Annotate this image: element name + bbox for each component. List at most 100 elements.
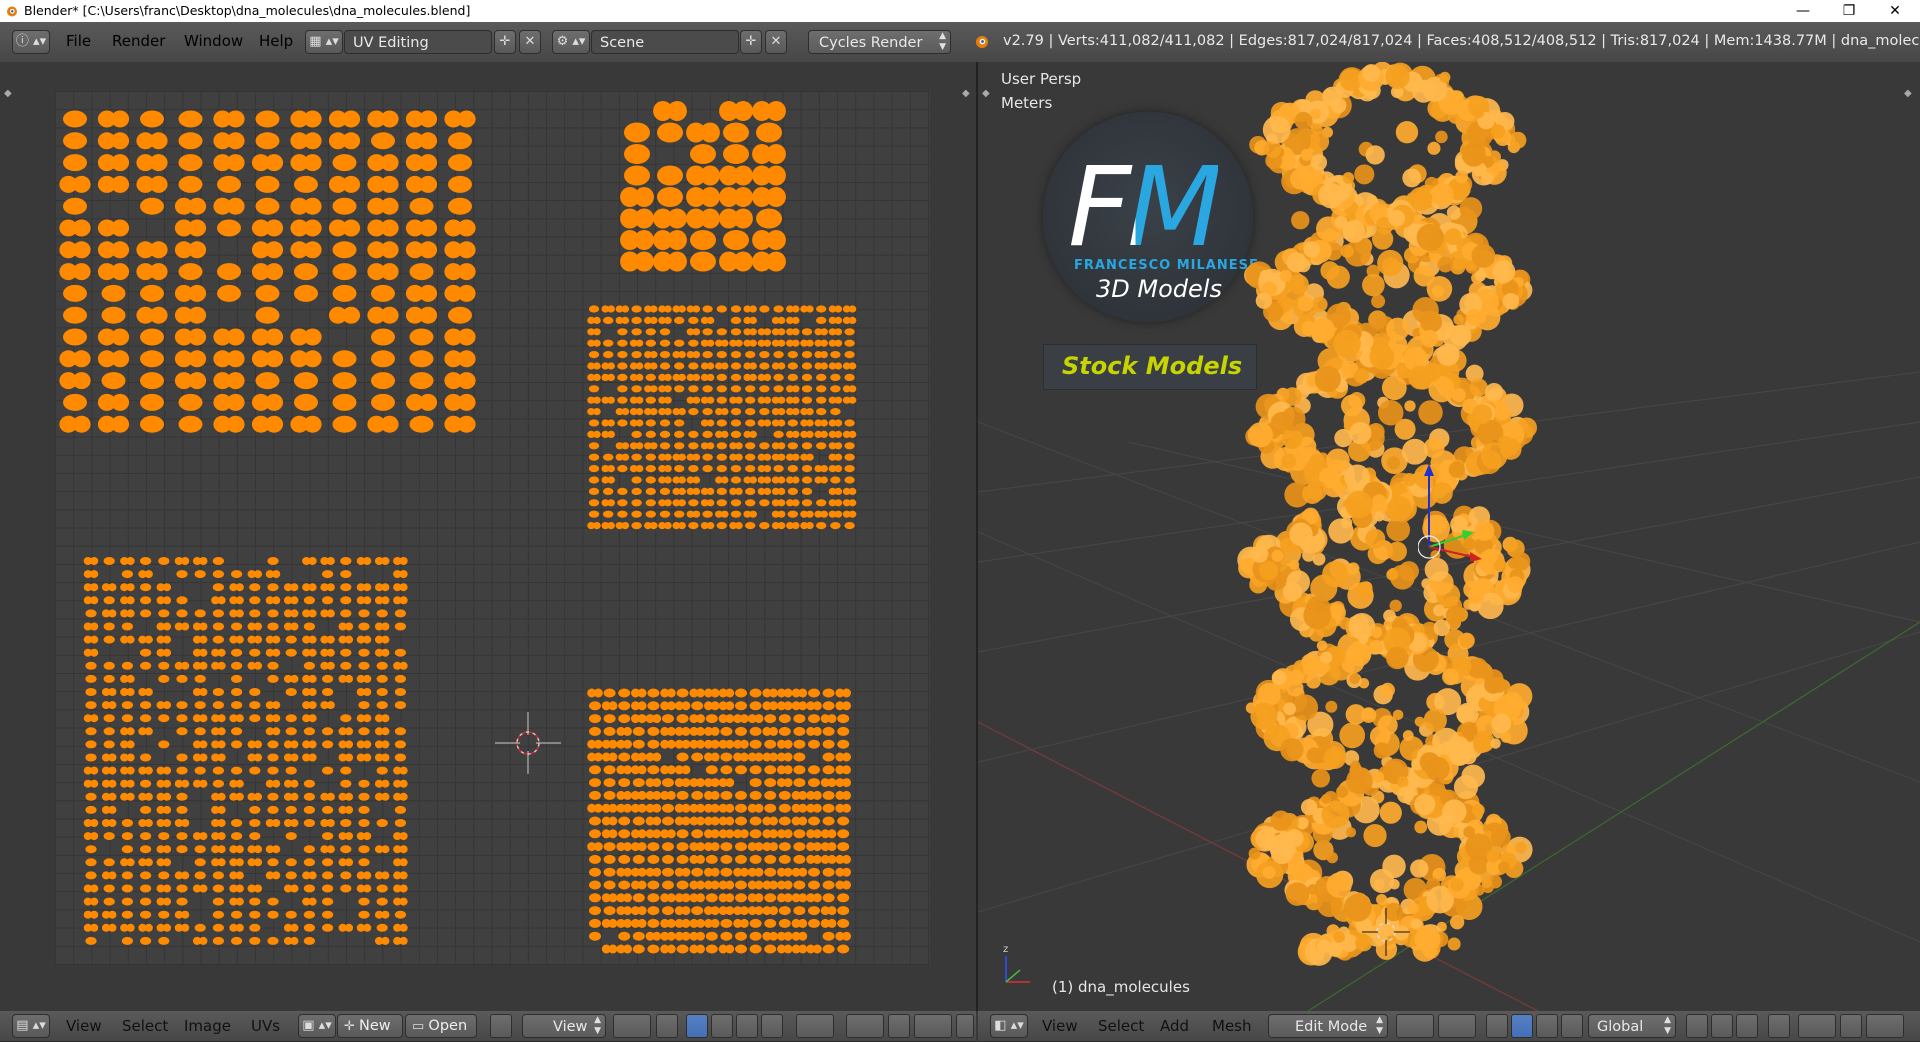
uv-island [326,792,335,801]
uv-island [180,779,190,788]
uv-island [617,362,628,370]
dna-atom [1445,606,1464,625]
screen-layout-field[interactable]: UV Editing [344,30,492,54]
uv-island [716,351,727,359]
snap-toggle-icon[interactable] [1840,1014,1862,1038]
sticky-select-icon[interactable] [656,1014,678,1038]
screen-layout-icon[interactable]: ▦ ▴▾ [305,30,343,54]
face-mode-icon[interactable] [1736,1014,1758,1038]
scale-manipulator-icon[interactable] [1561,1014,1583,1038]
pivot-point-icon[interactable] [1438,1014,1476,1038]
3d-viewport[interactable]: User Persp Meters FM FRANCESCO MILANESE … [978,62,1920,1011]
uv-island [632,726,645,736]
render-engine-select[interactable]: Cycles Render ▲ ▼ [808,30,951,54]
image-browse-icon[interactable]: ▣ ▴▾ [298,1014,336,1038]
v3d-properties-toggle-icon[interactable]: ◆ [1904,88,1912,99]
editor-type-image-icon[interactable]: ▤ ▴▾ [12,1014,50,1038]
dna-atom [1490,827,1511,848]
v3d-menu-view[interactable]: View [1042,1017,1078,1035]
2d-cursor-icon[interactable] [495,712,561,774]
open-image-button[interactable]: ▭ Open [405,1014,477,1038]
uv-island [85,845,97,854]
rotate-manipulator-icon[interactable] [1536,1014,1558,1038]
snap-target-icon[interactable] [796,1014,834,1038]
menu-help[interactable]: Help [259,32,293,50]
uv-island [158,910,170,919]
mode-select[interactable]: Edit Mode ▲ ▼ [1268,1014,1388,1038]
uv-menu-uvs[interactable]: UVs [251,1017,280,1035]
maximize-button[interactable]: ❐ [1826,0,1872,22]
pivot-icon[interactable] [613,1014,651,1038]
uv-island [371,284,395,302]
proportional-edit-icon[interactable] [846,1014,884,1038]
island-select-icon[interactable] [761,1014,783,1038]
remove-scene-icon[interactable]: ✕ [765,30,787,54]
proportional-editing-icon[interactable] [1798,1014,1836,1038]
snap-mode-icon[interactable] [1866,1014,1904,1038]
uv-island [399,858,408,867]
uv-menu-image[interactable]: Image [184,1017,231,1035]
manipulator-toggle-icon[interactable] [1486,1014,1508,1038]
uv-island [830,522,841,530]
new-image-button[interactable]: ✛ New [337,1014,403,1038]
dna-atom [1502,292,1520,310]
uv-island [830,351,841,359]
uv-island [662,842,674,852]
uv-island [303,350,322,368]
uv-island [126,779,135,788]
scene-field[interactable]: Scene [591,30,739,54]
add-screen-icon[interactable]: ✛ [494,30,516,54]
tool-shelf-toggle-icon[interactable]: ◆ [4,88,12,99]
close-window-button[interactable]: ✕ [1872,0,1918,22]
uv-island [290,779,299,788]
dna-atom [1414,820,1428,834]
v3d-menu-mesh[interactable]: Mesh [1212,1017,1252,1035]
pin-icon[interactable] [490,1014,512,1038]
editor-type-3dview-icon[interactable]: ◧ ▴▾ [990,1014,1028,1038]
transform-manipulator-icon[interactable] [1418,462,1498,572]
uv-island [108,688,117,696]
vertex-mode-icon[interactable] [1686,1014,1708,1038]
uv-island [739,739,749,749]
menu-window[interactable]: Window [184,32,243,50]
uv-island [647,701,660,711]
translate-manipulator-icon[interactable] [1511,1014,1533,1038]
viewport-shading-icon[interactable] [1396,1014,1434,1038]
properties-toggle-icon[interactable]: ◆ [962,88,970,99]
uv-island [103,832,115,841]
edge-select-icon[interactable] [711,1014,733,1038]
dna-atom [1316,939,1331,954]
v3d-tool-shelf-toggle-icon[interactable]: ◆ [982,88,990,99]
uv-island [777,316,786,324]
transform-orientation-select[interactable]: Global ▲ ▼ [1588,1014,1676,1038]
uv-island [399,596,408,605]
uv-island [623,765,632,775]
snap-element-icon[interactable] [914,1014,952,1038]
uv-menu-view[interactable]: View [66,1017,102,1035]
add-scene-icon[interactable]: ✛ [740,30,762,54]
minimize-button[interactable]: — [1780,0,1826,22]
render-preview-icon[interactable] [956,1014,974,1038]
scene-icon[interactable]: ⚙ ▴▾ [552,30,590,54]
v3d-menu-select[interactable]: Select [1098,1017,1144,1035]
3d-cursor-icon[interactable] [1362,908,1410,956]
uv-island [399,845,408,854]
v3d-menu-add[interactable]: Add [1160,1017,1189,1035]
vertex-select-icon[interactable] [686,1014,708,1038]
face-select-icon[interactable] [736,1014,758,1038]
remove-screen-icon[interactable]: ✕ [519,30,541,54]
uv-island [777,362,786,370]
uv-sync-icon[interactable] [888,1014,910,1038]
uv-island [249,832,261,841]
menu-file[interactable]: File [66,32,91,50]
editor-type-info-icon[interactable]: ⓘ ▴▾ [12,30,50,54]
uv-island [290,792,299,801]
uv-island [808,867,820,877]
uv-menu-select[interactable]: Select [122,1017,168,1035]
menu-render[interactable]: Render [112,32,165,50]
uv-grid-canvas[interactable] [55,91,930,965]
dna-atom [1404,400,1416,412]
edge-mode-icon[interactable] [1711,1014,1733,1038]
uv-view-mode-select[interactable]: View ▲ ▼ [522,1014,606,1038]
limit-selection-icon[interactable] [1768,1014,1790,1038]
